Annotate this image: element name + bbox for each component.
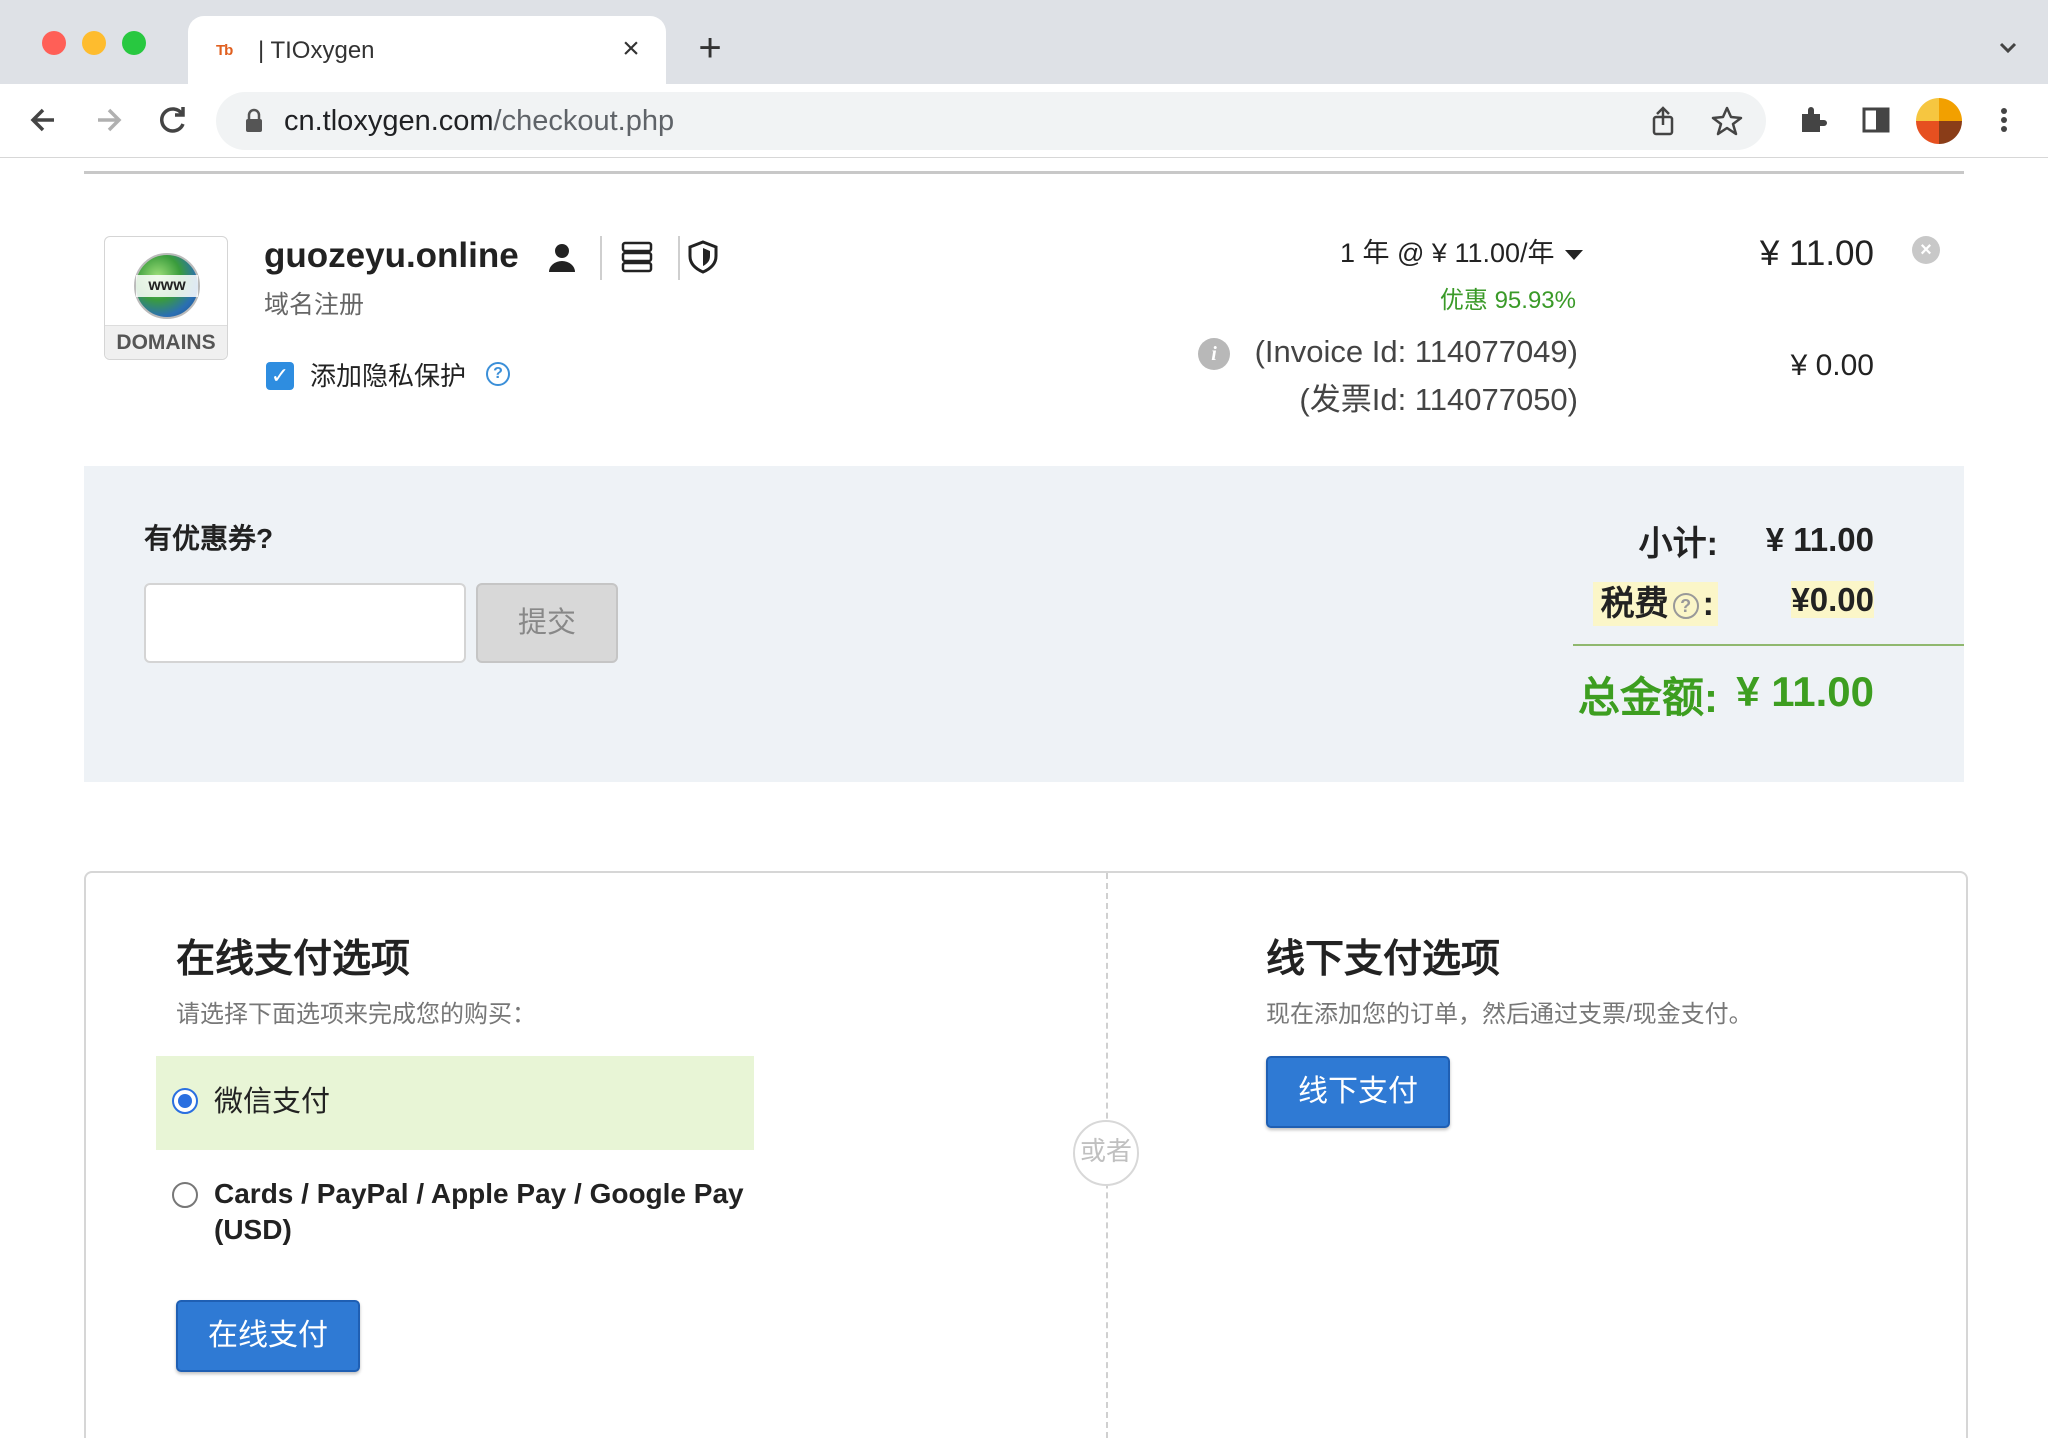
total-divider [1573, 644, 1964, 646]
offline-payment-subtitle: 现在添加您的订单，然后通过支票/现金支付。 [1266, 1001, 1753, 1028]
tax-value: ¥0.00 [1791, 578, 1874, 622]
url-path: /checkout.php [493, 105, 675, 137]
wechat-pay-radio[interactable] [172, 1088, 198, 1114]
order-summary-band: 有优惠券? 提交 小计: ¥ 11.00 税费?: ¥0.00 总金额: ¥ 1… [84, 466, 1964, 782]
subtotal-value: ¥ 11.00 [1765, 521, 1874, 558]
section-divider [84, 171, 1964, 174]
billing-cycle-select[interactable]: 1 年 @ ¥ 11.00/年 [1340, 234, 1583, 272]
online-payment-title: 在线支付选项 [176, 938, 411, 981]
tab-search-chevron-icon[interactable] [1994, 34, 2022, 62]
browser-tab[interactable]: Tb | TIOxygen × [188, 16, 666, 84]
coupon-heading: 有优惠券? [144, 523, 274, 554]
remove-item-icon[interactable]: × [1912, 236, 1940, 264]
address-bar[interactable]: cn.tloxygen.com/checkout.php [216, 92, 1766, 150]
offline-pay-button[interactable]: 线下支付 [1266, 1056, 1450, 1128]
close-window-button[interactable] [42, 31, 66, 55]
tax-amount: ¥0.00 [1791, 581, 1874, 618]
subtotal-label: 小计: [1638, 525, 1718, 563]
total-value: ¥ 11.00 [1736, 668, 1874, 715]
coupon-code-input[interactable] [144, 583, 466, 663]
reload-icon[interactable] [152, 100, 192, 140]
url-host: cn.tloxygen.com [284, 105, 494, 137]
billing-cycle-value: 1 年 @ ¥ 11.00/年 [1340, 238, 1555, 268]
total-label: 总金额: [1578, 674, 1718, 721]
help-question-icon[interactable]: ? [486, 362, 510, 386]
share-icon[interactable] [1646, 104, 1680, 138]
maximize-window-button[interactable] [122, 31, 146, 55]
favicon-icon: Tb [216, 42, 233, 59]
privacy-protection-label[interactable]: 添加隐私保护 [310, 360, 466, 392]
online-pay-button[interactable]: 在线支付 [176, 1300, 360, 1372]
cards-paypal-label[interactable]: Cards / PayPal / Apple Pay / Google Pay … [214, 1176, 754, 1248]
discount-label: 优惠 95.93% [1439, 287, 1576, 314]
url-text: cn.tloxygen.com/checkout.php [284, 106, 674, 136]
icon-separator [600, 236, 602, 280]
tax-label-text: 税费 [1600, 585, 1669, 623]
offline-payment-title: 线下支付选项 [1266, 938, 1501, 981]
domains-product-logo: www DOMAINS [104, 236, 228, 360]
globe-icon: www [134, 253, 200, 319]
cards-paypal-radio[interactable] [172, 1182, 198, 1208]
info-icon[interactable]: i [1198, 338, 1230, 370]
caret-down-icon [1564, 249, 1583, 260]
lock-icon[interactable] [244, 108, 264, 134]
domain-type-label: 域名注册 [264, 291, 365, 319]
user-contact-icon[interactable] [545, 240, 579, 274]
item-price: ¥ 11.00 [1759, 234, 1874, 273]
tab-title: | TIOxygen [258, 37, 375, 64]
domain-name: guozeyu.online [264, 236, 519, 275]
domains-label: DOMAINS [105, 325, 227, 359]
icon-separator [678, 236, 680, 280]
minimize-window-button[interactable] [82, 31, 106, 55]
menu-kebab-icon[interactable] [1986, 102, 2022, 138]
browser-tab-strip: Tb | TIOxygen × + [0, 0, 2048, 84]
wechat-pay-label[interactable]: 微信支付 [214, 1084, 330, 1120]
invoice-id: (Invoice Id: 114077049) [1254, 334, 1578, 369]
tax-label-colon: : [1702, 585, 1714, 623]
www-label: www [136, 275, 198, 297]
tab-close-icon[interactable]: × [614, 32, 648, 66]
extensions-puzzle-icon[interactable] [1794, 102, 1830, 138]
bookmark-star-icon[interactable] [1710, 104, 1744, 138]
dns-server-icon[interactable] [620, 240, 654, 274]
coupon-submit-button[interactable]: 提交 [476, 583, 618, 663]
shield-icon[interactable] [686, 240, 720, 274]
tax-label: 税费?: [1592, 582, 1718, 626]
or-separator: 或者 [1073, 1120, 1139, 1186]
side-panel-icon[interactable] [1858, 102, 1894, 138]
new-tab-button[interactable]: + [690, 28, 730, 68]
privacy-price: ¥ 0.00 [1790, 349, 1874, 382]
back-arrow-icon[interactable] [24, 100, 64, 140]
online-payment-subtitle: 请选择下面选项来完成您的购买： [176, 1001, 536, 1028]
tax-help-icon[interactable]: ? [1672, 593, 1699, 620]
privacy-protection-checkbox[interactable]: ✓ [266, 362, 294, 390]
invoice-id-cn: (发票Id: 114077050) [1299, 382, 1578, 417]
browser-toolbar: cn.tloxygen.com/checkout.php [0, 84, 2048, 158]
forward-arrow-icon[interactable] [88, 100, 128, 140]
profile-avatar[interactable] [1916, 98, 1962, 144]
